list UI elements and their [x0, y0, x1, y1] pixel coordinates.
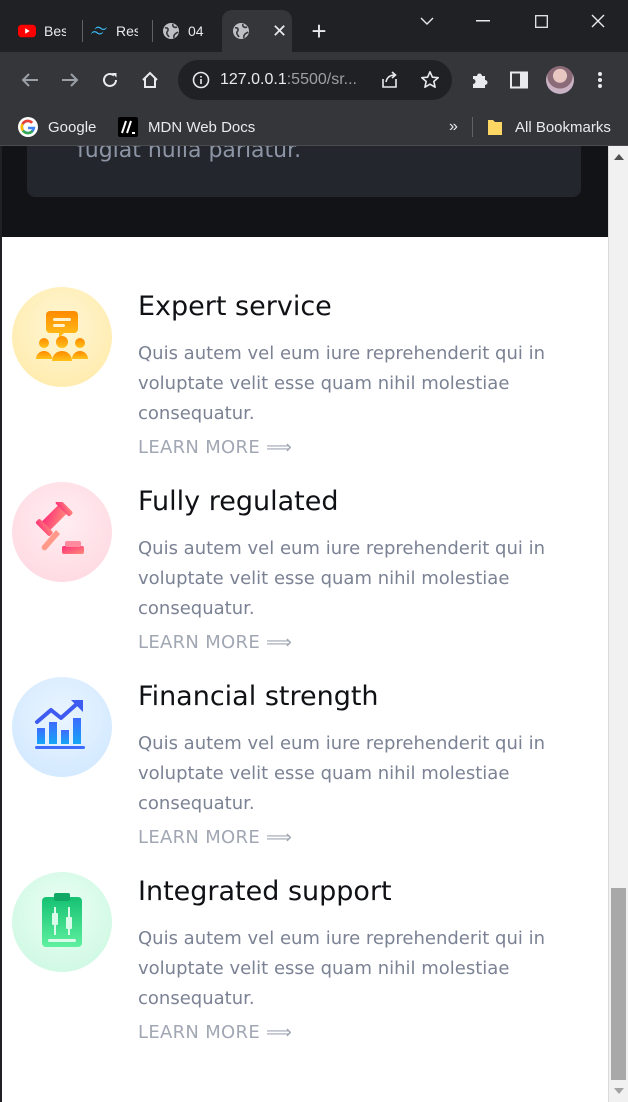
- growth-chart-icon: [33, 698, 91, 757]
- bookmark-mdn[interactable]: MDN Web Docs: [118, 115, 255, 139]
- tab-title: Res: [116, 23, 138, 39]
- forward-arrow-icon[interactable]: [56, 66, 84, 94]
- learn-more-link[interactable]: LEARN MORE ⟹: [138, 437, 292, 458]
- tab-04[interactable]: 04: [162, 10, 216, 52]
- dark-section: fugiat nulla pariatur.: [2, 146, 608, 237]
- url-path: :5500/sr...: [286, 71, 357, 88]
- feature-expert-service: Expert service Quis autem vel eum iure r…: [12, 287, 602, 467]
- feature-bubble: [12, 872, 112, 972]
- tailwind-icon: [90, 22, 108, 40]
- learn-more-link[interactable]: LEARN MORE ⟹: [138, 827, 292, 848]
- side-panel-icon[interactable]: [505, 66, 533, 94]
- scroll-up-arrow-icon[interactable]: [614, 154, 624, 160]
- feature-bubble: [12, 287, 112, 387]
- feature-financial-strength: Financial strength Quis autem vel eum iu…: [12, 677, 602, 857]
- tab-active[interactable]: ✕: [222, 10, 292, 52]
- testimonial-card: fugiat nulla pariatur.: [27, 146, 581, 197]
- feature-integrated-support: Integrated support Quis autem vel eum iu…: [12, 872, 602, 1052]
- maximize-icon[interactable]: [528, 8, 554, 34]
- tab-strip: Bes Res 04 ✕ +: [0, 0, 628, 52]
- feature-fully-regulated: Fully regulated Quis autem vel eum iure …: [12, 482, 602, 662]
- feature-title: Expert service: [138, 291, 332, 322]
- feature-description: Quis autem vel eum iure reprehenderit qu…: [138, 733, 546, 814]
- url-text[interactable]: 127.0.0.1:5500/sr...: [220, 71, 370, 89]
- learn-more-link[interactable]: LEARN MORE ⟹: [138, 1022, 292, 1043]
- google-icon: [18, 117, 38, 137]
- page-viewport: fugiat nulla pariatur. Expert service Qu…: [2, 146, 608, 1102]
- close-tab-icon[interactable]: ✕: [272, 21, 287, 42]
- feature-description: Quis autem vel eum iure reprehenderit qu…: [138, 538, 546, 619]
- youtube-icon: [18, 22, 36, 40]
- address-bar[interactable]: 127.0.0.1:5500/sr...: [178, 60, 452, 100]
- bookmarks-divider: [472, 117, 473, 137]
- card-text: fugiat nulla pariatur.: [77, 146, 302, 163]
- bookmarks-overflow-button[interactable]: »: [449, 115, 458, 139]
- feature-bubble: [12, 482, 112, 582]
- bookmark-label: Google: [48, 118, 97, 136]
- tab-separator: [82, 20, 83, 42]
- feature-bubble: [12, 677, 112, 777]
- mdn-icon: [118, 117, 138, 137]
- home-icon[interactable]: [136, 66, 164, 94]
- feature-title: Integrated support: [138, 876, 392, 907]
- tab-youtube[interactable]: Bes: [18, 10, 74, 52]
- scroll-down-arrow-icon[interactable]: [614, 1088, 624, 1094]
- all-bookmarks-button[interactable]: All Bookmarks: [485, 115, 611, 139]
- feature-title: Financial strength: [138, 681, 379, 712]
- learn-more-link[interactable]: LEARN MORE ⟹: [138, 632, 292, 653]
- profile-avatar[interactable]: [546, 66, 574, 94]
- menu-kebab-icon[interactable]: [586, 66, 614, 94]
- bookmark-label: MDN Web Docs: [148, 118, 256, 136]
- share-icon[interactable]: [380, 70, 400, 90]
- scrollbar-thumb[interactable]: [611, 888, 626, 1080]
- bookmark-label: All Bookmarks: [515, 118, 611, 136]
- tab-title: Bes: [44, 23, 66, 39]
- feature-description: Quis autem vel eum iure reprehenderit qu…: [138, 928, 546, 1009]
- site-info-icon[interactable]: [192, 71, 210, 89]
- overflow-chevron-icon: »: [449, 118, 458, 135]
- bookmark-google[interactable]: Google: [18, 115, 96, 139]
- tab-title: 04: [188, 23, 204, 39]
- gavel-icon: [34, 498, 90, 563]
- vertical-scrollbar[interactable]: [608, 146, 628, 1102]
- feature-description: Quis autem vel eum iure reprehenderit qu…: [138, 343, 546, 424]
- extensions-puzzle-icon[interactable]: [466, 66, 494, 94]
- tab-search-chevron-icon[interactable]: [414, 8, 440, 34]
- globe-icon: [232, 22, 250, 40]
- url-host: 127.0.0.1: [220, 71, 287, 88]
- customer-support-icon: [34, 307, 90, 368]
- minimize-icon[interactable]: [470, 8, 496, 34]
- new-tab-button[interactable]: +: [306, 18, 332, 44]
- tab-separator: [152, 20, 153, 42]
- back-arrow-icon[interactable]: [16, 66, 44, 94]
- tab-tailwind[interactable]: Res: [90, 10, 144, 52]
- reload-icon[interactable]: [96, 66, 124, 94]
- clipboard-chart-icon: [40, 891, 84, 954]
- close-window-icon[interactable]: [585, 8, 611, 34]
- bookmark-star-icon[interactable]: [420, 70, 440, 90]
- globe-icon: [162, 22, 180, 40]
- feature-title: Fully regulated: [138, 486, 339, 517]
- bookmarks-bar: Google MDN Web Docs » All Bookmarks: [0, 108, 628, 146]
- folder-icon: [485, 117, 505, 137]
- browser-toolbar: 127.0.0.1:5500/sr...: [0, 52, 628, 108]
